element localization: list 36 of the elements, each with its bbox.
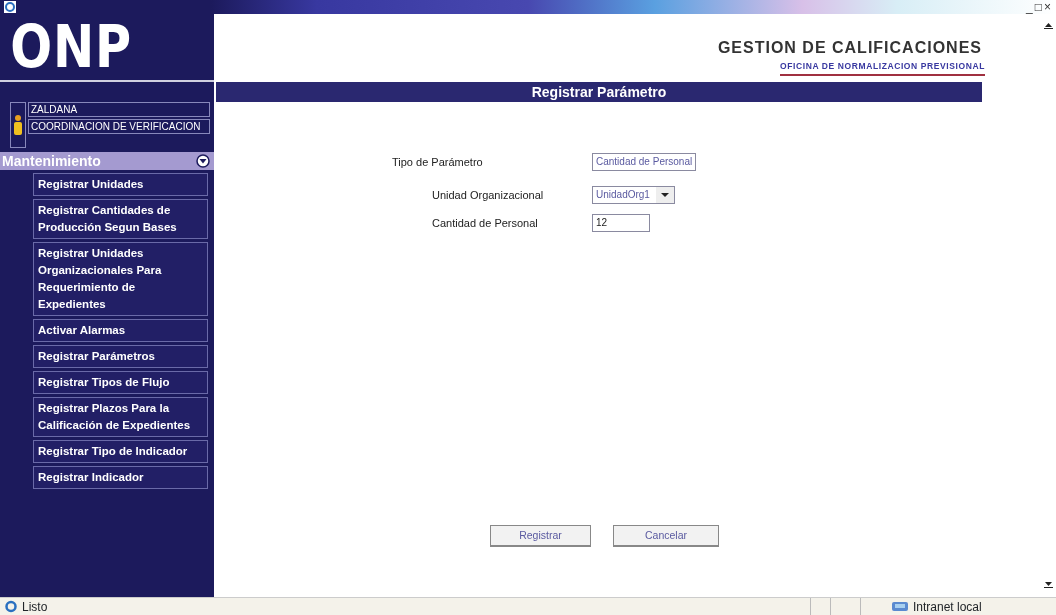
page-title: GESTION DE CALIFICACIONES (716, 38, 983, 58)
menu-item[interactable]: Registrar Tipos de Flujo (33, 371, 208, 394)
browser-icon (4, 600, 18, 613)
page-subtitle: OFICINA DE NORMALIZACION PREVISIONAL (780, 60, 985, 76)
menu-item[interactable]: Activar Alarmas (33, 319, 208, 342)
field-label: Cantidad de Personal (432, 215, 539, 231)
form-title-bar: Registrar Parámetro (216, 81, 982, 102)
cancel-button[interactable]: Cancelar (613, 525, 719, 547)
minimize-icon[interactable]: _ (1025, 0, 1034, 14)
menu-item[interactable]: Registrar Indicador (33, 466, 208, 489)
menu-title: Mantenimiento (2, 152, 101, 170)
status-text: Listo (22, 598, 48, 615)
scroll-down-icon[interactable] (1043, 581, 1053, 589)
input-field[interactable]: 12 (592, 213, 650, 232)
security-zone: Intranet local (913, 598, 982, 615)
menu-item[interactable]: Registrar Parámetros (33, 345, 208, 368)
user-department: COORDINACION DE VERIFICACION (28, 119, 210, 134)
field-value: Cantidad de Personal (592, 153, 697, 172)
logo: ONP (9, 16, 134, 78)
menu-item[interactable]: Registrar Cantidades de Producción Segun Bases (33, 199, 208, 239)
maximize-icon[interactable]: □ (1033, 0, 1043, 14)
dropdown[interactable]: UnidadOrg1 (592, 185, 675, 204)
menu-item[interactable]: Registrar Unidades Organizacionales Para Requerimiento de Expedientes (33, 242, 208, 316)
menu-item[interactable]: Registrar Unidades (33, 173, 208, 196)
scroll-up-icon[interactable] (1043, 22, 1053, 30)
browser-icon (4, 1, 16, 13)
menu-item[interactable]: Registrar Plazos Para la Calificación de Expedientes (33, 397, 208, 437)
register-button[interactable]: Registrar (490, 525, 591, 547)
user-name: ZALDANA (28, 102, 210, 117)
network-icon (891, 600, 909, 613)
field-label: Tipo de Parámetro (392, 155, 484, 170)
field-label: Unidad Organizacional (432, 187, 545, 203)
menu-item[interactable]: Registrar Tipo de Indicador (33, 440, 208, 463)
collapse-icon[interactable] (196, 154, 210, 168)
close-icon[interactable]: × (1043, 0, 1052, 14)
user-icon (10, 102, 26, 148)
